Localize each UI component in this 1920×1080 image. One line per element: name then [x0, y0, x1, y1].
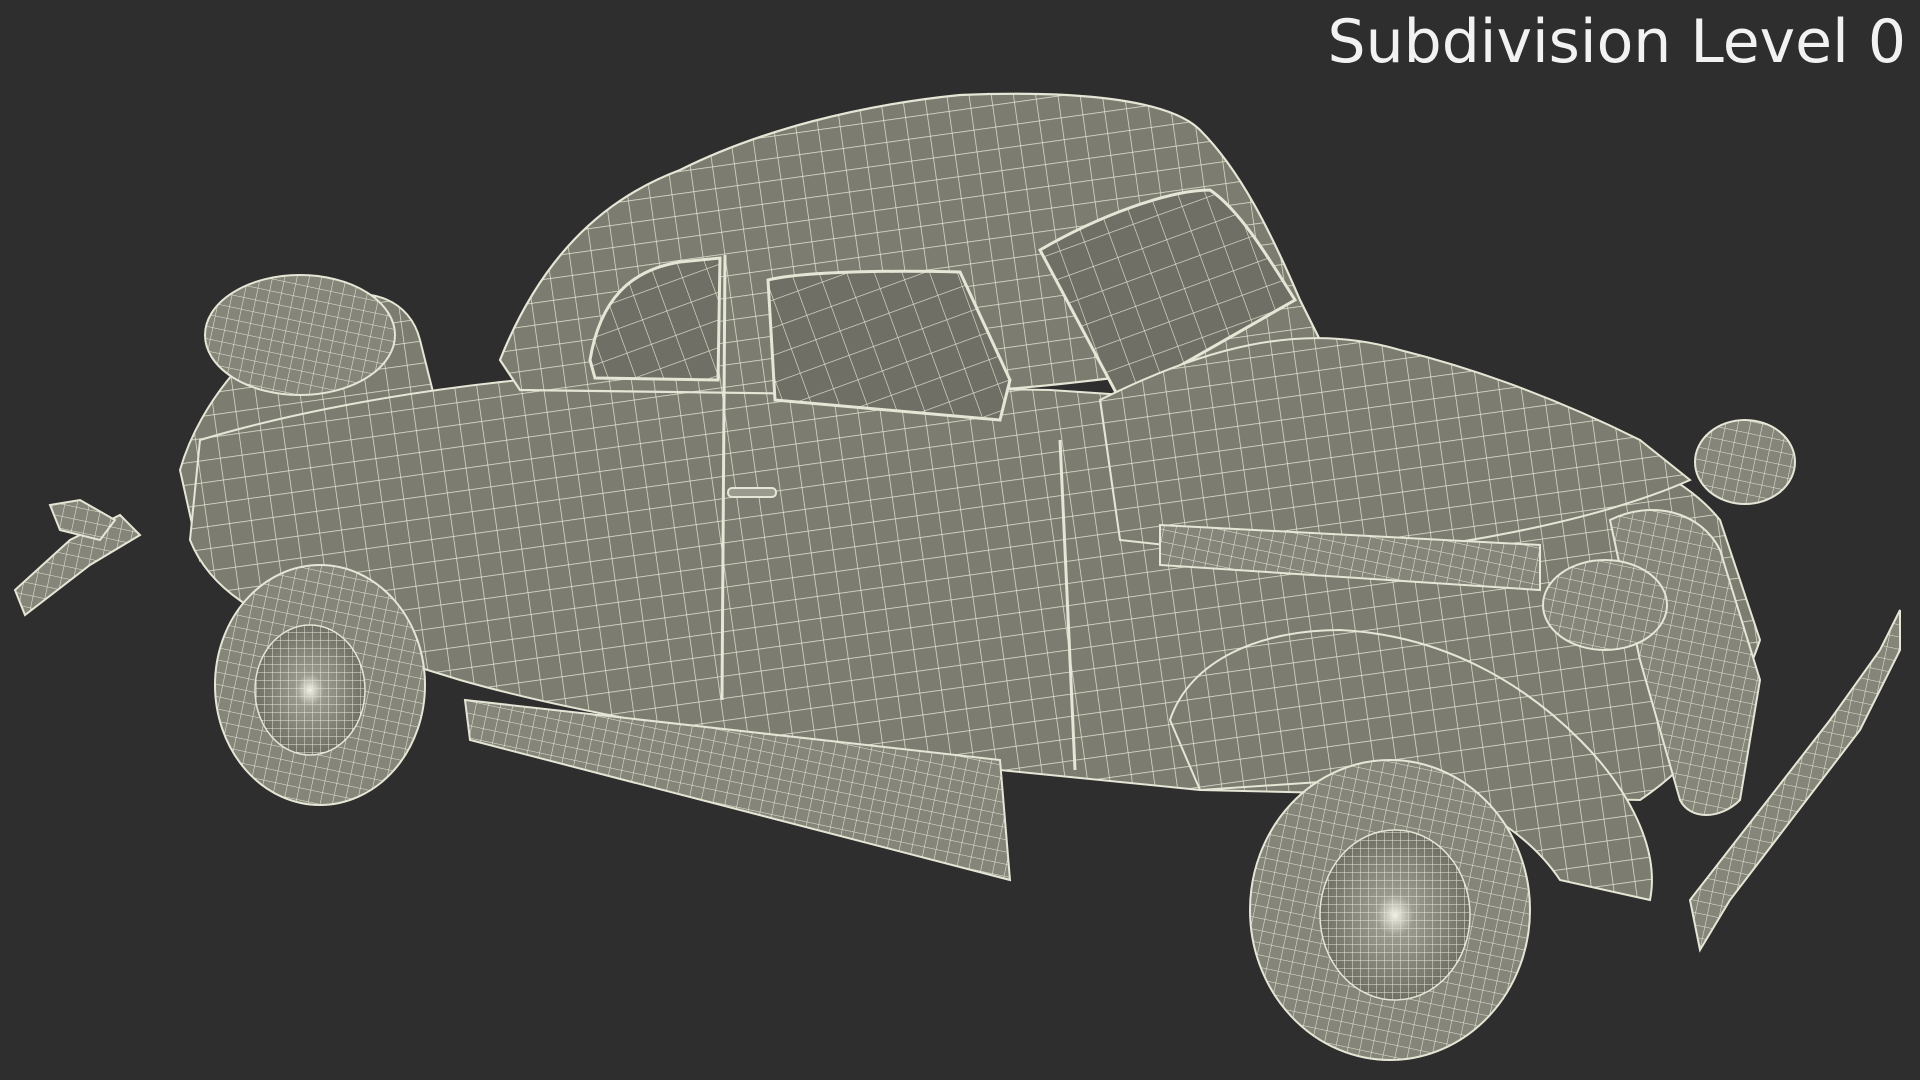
subdivision-level-label: Subdivision Level 0 — [1327, 7, 1907, 77]
rear-wheel — [214, 564, 426, 806]
front-wheel — [1249, 759, 1531, 1061]
rear-bumper — [13, 498, 142, 617]
door-handle — [727, 487, 777, 498]
wireframe-car-model — [13, 92, 1901, 1061]
render-viewport: Subdivision Level 0 — [0, 0, 1920, 1080]
